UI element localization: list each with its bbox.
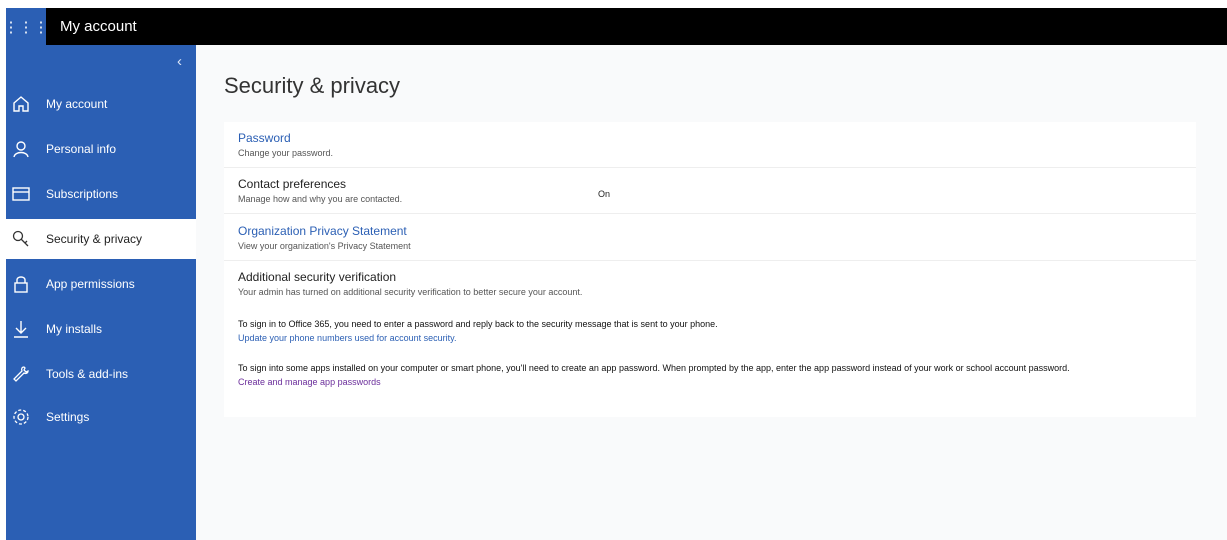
contact-preferences-status: On [598, 189, 611, 199]
privacy-statement-description: View your organization's Privacy Stateme… [238, 241, 411, 251]
contact-preferences-section[interactable]: Contact preferences Manage how and why y… [238, 177, 1196, 204]
sidebar-item-label: Settings [46, 410, 90, 424]
settings-card: Password Change your password. Contact p… [224, 122, 1196, 417]
top-bar: ⋮⋮⋮ My account [4, 8, 1227, 45]
office365-signin-info: To sign in to Office 365, you need to en… [238, 319, 1196, 343]
password-section: Password Change your password. [238, 131, 1196, 158]
sidebar-item-label: Tools & add-ins [46, 367, 129, 381]
sidebar-item-label: Personal info [46, 142, 117, 156]
sidebar-item-label: Security & privacy [46, 232, 143, 246]
gear-icon [10, 406, 32, 428]
manage-app-passwords-link[interactable]: Create and manage app passwords [238, 377, 1196, 387]
app-title: My account [60, 18, 137, 35]
lock-icon [10, 273, 32, 295]
update-phone-numbers-link[interactable]: Update your phone numbers used for accou… [238, 333, 1196, 343]
download-icon [10, 318, 32, 340]
sidebar-item-my-account[interactable]: My account [6, 84, 196, 124]
sidebar-item-security-privacy[interactable]: Security & privacy [6, 219, 196, 259]
sidebar-item-label: My installs [46, 322, 103, 336]
password-link[interactable]: Password [238, 131, 1196, 145]
divider [224, 167, 1196, 168]
sidebar-item-my-installs[interactable]: My installs [6, 309, 196, 349]
divider [224, 213, 1196, 214]
privacy-statement-section: Organization Privacy Statement View your… [238, 224, 1196, 251]
contact-preferences-title: Contact preferences [238, 177, 347, 191]
app-password-text: To sign into some apps installed on your… [238, 363, 1070, 373]
main-content: Security & privacy Password Change your … [196, 45, 1227, 540]
key-icon [10, 228, 32, 250]
wrench-icon [10, 363, 32, 385]
app-launcher-icon[interactable]: ⋮⋮⋮ [4, 8, 49, 45]
sidebar-item-label: Subscriptions [46, 187, 119, 201]
office365-signin-text: To sign in to Office 365, you need to en… [238, 319, 718, 329]
sidebar-item-app-permissions[interactable]: App permissions [6, 264, 196, 304]
sidebar-item-settings[interactable]: Settings [6, 397, 196, 437]
sidebar-item-label: App permissions [46, 277, 135, 291]
sidebar-item-personal-info[interactable]: Personal info [6, 129, 196, 169]
collapse-sidebar-icon[interactable]: ‹ [177, 53, 182, 70]
sidebar: ‹ My account Personal info Subscriptions… [6, 45, 196, 540]
privacy-statement-link[interactable]: Organization Privacy Statement [238, 224, 1196, 238]
person-icon [10, 138, 32, 160]
security-verification-section: Additional security verification Your ad… [238, 270, 1196, 297]
home-icon [10, 93, 32, 115]
page-title: Security & privacy [224, 73, 401, 98]
security-verification-description: Your admin has turned on additional secu… [238, 287, 583, 297]
contact-preferences-description: Manage how and why you are contacted. [238, 194, 403, 204]
card-icon [10, 183, 32, 205]
security-verification-title: Additional security verification [238, 270, 397, 284]
sidebar-item-label: My account [46, 97, 108, 111]
divider [224, 260, 1196, 261]
app-password-info: To sign into some apps installed on your… [238, 363, 1196, 387]
sidebar-item-subscriptions[interactable]: Subscriptions [6, 174, 196, 214]
password-description: Change your password. [238, 148, 334, 158]
sidebar-item-tools-add-ins[interactable]: Tools & add-ins [6, 354, 196, 394]
